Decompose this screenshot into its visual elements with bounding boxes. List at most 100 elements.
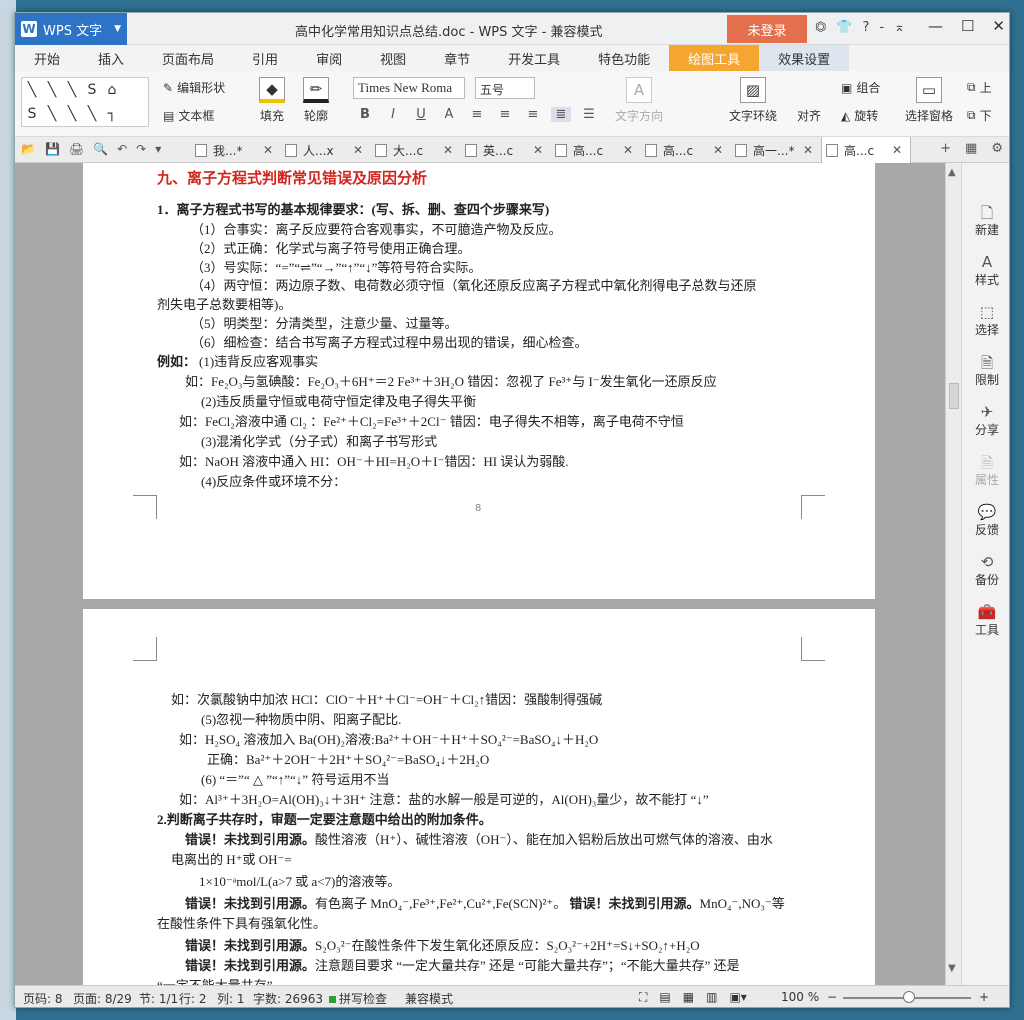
fill-button[interactable]: ◆ 填充 (259, 77, 285, 124)
zoom-level[interactable]: 100 % (781, 990, 819, 1004)
curve-shape-icon[interactable]: S (82, 78, 102, 102)
text-box-button[interactable]: ▤ 文本框 (163, 107, 214, 124)
doc-tab-active[interactable]: 高...c ✕ (821, 137, 911, 163)
menu-reference[interactable]: 引用 (233, 45, 297, 71)
undo-icon[interactable]: ↶ (117, 142, 127, 156)
line-shape-icon[interactable]: ╲ (22, 78, 42, 102)
close-tab-icon[interactable]: ✕ (803, 143, 813, 157)
spell-check-toggle[interactable]: 拼写检查 (329, 990, 387, 1007)
scroll-up-icon[interactable]: ▲ (948, 167, 956, 178)
arrow-shape-icon[interactable]: ╲ (62, 102, 82, 126)
print-icon[interactable]: 🖨 (69, 142, 84, 156)
chevron-down-icon[interactable]: ▾ (155, 142, 161, 156)
gallery-more-icon[interactable] (122, 102, 142, 126)
outline-button[interactable]: ✏ 轮廓 (303, 77, 329, 124)
outline-view-icon[interactable]: ▦ (683, 990, 694, 1005)
doc-tab[interactable]: 高...c ✕ (641, 137, 731, 163)
save-icon[interactable]: 💾 (45, 142, 60, 156)
arrow-shape-icon[interactable]: ╲ (82, 102, 102, 126)
close-tab-icon[interactable]: ✕ (533, 143, 543, 157)
group-button[interactable]: ▣ 组合 (841, 79, 880, 96)
underline-button[interactable]: U (411, 107, 431, 122)
freeform-shape-icon[interactable]: ⌂ (102, 78, 122, 102)
text-direction-button[interactable]: A 文字方向 (615, 77, 663, 124)
tab-list-icon[interactable]: ▦ (965, 141, 977, 156)
menu-features[interactable]: 特色功能 (579, 45, 669, 71)
menu-developer[interactable]: 开发工具 (489, 45, 579, 71)
web-view-icon[interactable]: ▥ (706, 990, 717, 1005)
sidebar-item-feedback[interactable]: 💬 反馈 (962, 503, 1009, 538)
menu-drawing-tools[interactable]: 绘图工具 (669, 45, 760, 71)
font-select[interactable]: Times New Roma (353, 77, 465, 99)
close-tab-icon[interactable]: ✕ (713, 143, 723, 157)
status-word-count[interactable]: 字数: 26963 (253, 990, 323, 1007)
vertical-scrollbar[interactable]: ▲ ▼ (945, 163, 961, 985)
sidebar-item-restrict[interactable]: 🗎 限制 (962, 353, 1009, 388)
menu-view[interactable]: 视图 (361, 45, 425, 71)
font-size-select[interactable]: 五号 (475, 77, 535, 99)
elbow-shape-icon[interactable]: ┐ (102, 102, 122, 126)
menu-chapter[interactable]: 章节 (425, 45, 489, 71)
menu-insert[interactable]: 插入 (79, 45, 143, 71)
scrollbar-thumb[interactable] (949, 383, 959, 409)
distribute-button[interactable]: ☰ (579, 107, 599, 122)
align-center-button[interactable]: ≡ (495, 107, 515, 122)
sidebar-item-backup[interactable]: ⟲ 备份 (962, 553, 1009, 588)
sidebar-item-share[interactable]: ✈ 分享 (962, 403, 1009, 438)
menu-page-layout[interactable]: 页面布局 (143, 45, 233, 71)
doc-tab[interactable]: 英...c ✕ (461, 137, 551, 163)
open-icon[interactable]: 📂 (21, 142, 36, 156)
login-button[interactable]: 未登录 (727, 15, 807, 43)
align-button[interactable]: 对齐 (797, 107, 821, 124)
dash-icon[interactable]: - (879, 20, 884, 35)
doc-tab[interactable]: 人...x ✕ (281, 137, 371, 163)
doc-tab[interactable]: 我...* ✕ (191, 137, 281, 163)
help-icon[interactable]: ? (863, 20, 870, 35)
italic-button[interactable]: I (383, 107, 403, 122)
settings-icon[interactable]: ⚙ (991, 141, 1003, 156)
shirt-icon[interactable]: 👕 (836, 20, 852, 35)
arrow-shape-icon[interactable]: ╲ (42, 78, 62, 102)
document-page[interactable]: 九、离子方程式判断常见错误及原因分析 1．离子方程式书写的基本规律要求：(写、拆… (83, 163, 875, 599)
scroll-down-icon[interactable]: ▼ (948, 963, 956, 974)
arrow-shape-icon[interactable]: ╲ (62, 78, 82, 102)
align-right-button[interactable]: ≡ (523, 107, 543, 122)
sidebar-item-style[interactable]: A 样式 (962, 253, 1009, 288)
reading-view-icon[interactable]: ▣▾ (729, 990, 746, 1005)
fullscreen-view-icon[interactable]: ⛶ (639, 990, 647, 1005)
collapse-ribbon-icon[interactable]: ⌅ (894, 20, 905, 35)
close-tab-icon[interactable]: ✕ (443, 143, 453, 157)
skin-icon[interactable]: ⏣ (815, 20, 826, 35)
document-page[interactable]: 如：次氯酸钠中加浓 HCl：ClO⁻＋H⁺＋Cl⁻=OH⁻＋Cl₂↑错因：强酸制… (83, 609, 875, 985)
close-tab-icon[interactable]: ✕ (353, 143, 363, 157)
close-icon[interactable]: ✕ (992, 17, 1005, 35)
bold-button[interactable]: B (355, 107, 375, 122)
zoom-in-icon[interactable]: + (979, 990, 989, 1004)
zoom-out-icon[interactable]: − (827, 990, 837, 1004)
preview-icon[interactable]: 🔍 (93, 142, 108, 156)
close-tab-icon[interactable]: ✕ (892, 143, 902, 157)
sidebar-item-new[interactable]: 🗋 新建 (962, 203, 1009, 238)
close-tab-icon[interactable]: ✕ (623, 143, 633, 157)
doc-tab[interactable]: 高...c ✕ (551, 137, 641, 163)
font-color-button[interactable]: A (439, 107, 459, 122)
app-menu-button[interactable]: W WPS 文字 ▼ (15, 13, 127, 45)
new-tab-icon[interactable]: + (940, 141, 951, 156)
align-left-button[interactable]: ≡ (467, 107, 487, 122)
sidebar-item-properties[interactable]: 🗎 属性 (962, 453, 1009, 488)
gallery-scroll-icon[interactable] (122, 78, 142, 102)
arrow-shape-icon[interactable]: ╲ (42, 102, 62, 126)
sidebar-item-select[interactable]: ⬚ 选择 (962, 303, 1009, 338)
bring-forward-button[interactable]: ⧉ 上 (967, 79, 992, 96)
text-wrap-button[interactable]: ▨ 文字环绕 (729, 77, 777, 124)
doc-tab[interactable]: 高一...* ✕ (731, 137, 821, 163)
justify-button[interactable]: ≣ (551, 107, 571, 122)
page-view-icon[interactable]: ▤ (659, 990, 670, 1005)
menu-review[interactable]: 审阅 (297, 45, 361, 71)
minimize-icon[interactable]: — (928, 17, 943, 35)
maximize-icon[interactable]: ☐ (961, 17, 974, 35)
selection-pane-button[interactable]: ▭ 选择窗格 (905, 77, 953, 124)
zoom-slider-knob[interactable] (903, 991, 915, 1003)
doc-tab[interactable]: 大...c ✕ (371, 137, 461, 163)
sidebar-item-tools[interactable]: 🧰 工具 (962, 603, 1009, 638)
